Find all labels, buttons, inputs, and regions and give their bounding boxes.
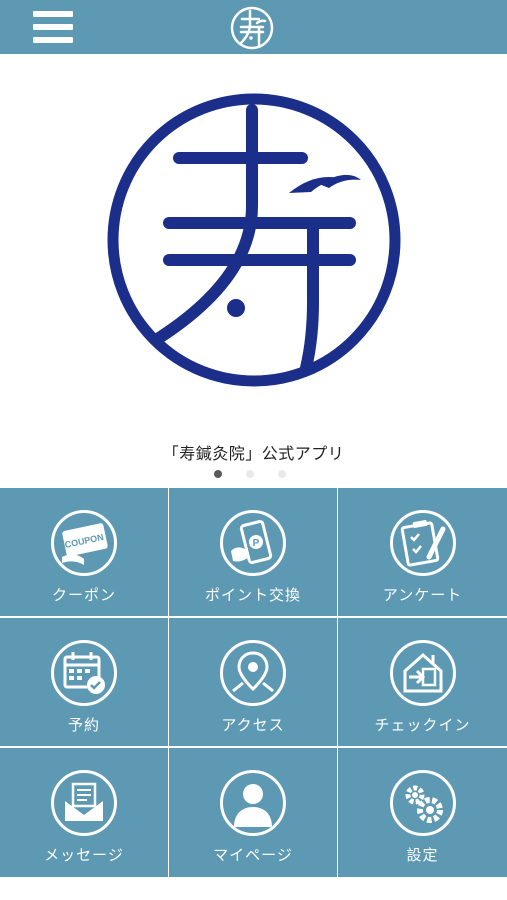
message-inbox-icon: [51, 770, 117, 836]
message-label: メッセージ: [44, 846, 124, 864]
hamburger-menu-icon[interactable]: [33, 11, 73, 44]
coupon-button[interactable]: COUPON クーポン: [0, 488, 168, 616]
point-exchange-icon: P: [220, 510, 286, 576]
settings-label: 設定: [406, 846, 439, 864]
survey-button[interactable]: アンケート: [338, 488, 507, 616]
point-exchange-label: ポイント交換: [204, 586, 301, 604]
survey-clipboard-icon: [389, 510, 456, 576]
mypage-button[interactable]: マイページ: [169, 748, 337, 877]
top-bar: [0, 0, 507, 54]
survey-label: アンケート: [382, 586, 463, 604]
carousel-dot-1[interactable]: [214, 470, 222, 478]
checkin-label: チェックイン: [374, 716, 471, 734]
menu-grid: COUPON クーポン P ポイント交換 アンケート 予約 アクセス チェックイ…: [0, 488, 507, 877]
carousel-dot-2[interactable]: [246, 470, 254, 478]
header-logo-icon: [230, 6, 274, 50]
calendar-reservation-icon: [51, 640, 117, 706]
reservation-button[interactable]: 予約: [0, 618, 168, 746]
carousel-dot-3[interactable]: [278, 470, 286, 478]
point-exchange-button[interactable]: P ポイント交換: [169, 488, 337, 616]
svg-text:P: P: [253, 538, 260, 549]
reservation-label: 予約: [67, 716, 100, 734]
access-button[interactable]: アクセス: [169, 618, 337, 746]
coupon-label: クーポン: [51, 586, 116, 604]
access-label: アクセス: [221, 716, 285, 734]
checkin-button[interactable]: チェックイン: [338, 618, 507, 746]
user-profile-icon: [220, 770, 286, 836]
kotobuki-logo-icon: [107, 93, 401, 387]
app-caption: 「寿鍼灸院」公式アプリ: [162, 444, 345, 463]
checkin-house-icon: [389, 640, 456, 706]
settings-button[interactable]: 設定: [338, 748, 507, 877]
carousel-indicator: [214, 470, 286, 482]
map-pin-icon: [220, 640, 286, 706]
coupon-icon: COUPON: [51, 510, 117, 576]
mypage-label: マイページ: [213, 846, 293, 864]
settings-gears-icon: [389, 770, 456, 836]
message-button[interactable]: メッセージ: [0, 748, 168, 877]
